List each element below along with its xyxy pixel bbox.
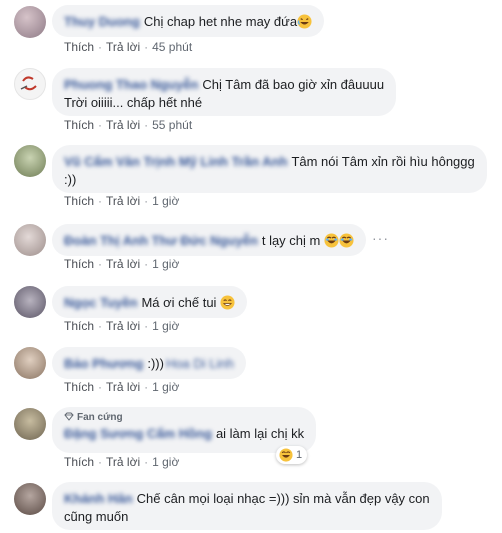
- comment-bubble: Khánh Hân Chế cân mọi loại nhạc =))) sỉn …: [52, 482, 442, 530]
- avatar[interactable]: [14, 68, 46, 100]
- comment-author[interactable]: Bảo Phương: [64, 356, 143, 371]
- reply-link[interactable]: Trả lời: [106, 380, 140, 394]
- comment-actions: Thích · Trả lời · 55 phút: [64, 118, 193, 132]
- avatar[interactable]: [14, 6, 46, 38]
- comment-time[interactable]: 1 giờ: [152, 257, 179, 271]
- comment-author[interactable]: Phuong Thao Nguyễn: [64, 77, 198, 92]
- like-link[interactable]: Thích: [64, 319, 94, 333]
- reaction-number: 1: [296, 449, 303, 461]
- diamond-icon: [64, 412, 74, 421]
- reply-link[interactable]: Trả lời: [106, 455, 140, 469]
- comment-bubble: Đoàn Thị Anh Thư Đức Nguyễn t lạy chị m: [52, 224, 366, 256]
- mention-link[interactable]: Hoa Di Linh: [166, 356, 234, 371]
- avatar[interactable]: [14, 347, 46, 379]
- comment-actions: Thích · Trả lời · 1 giờ: [64, 380, 180, 394]
- comment-text: :)): [64, 172, 77, 187]
- comment-time[interactable]: 55 phút: [152, 118, 192, 132]
- like-link[interactable]: Thích: [64, 118, 94, 132]
- reply-link[interactable]: Trả lời: [106, 40, 140, 54]
- laughing-emoji-icon: [297, 14, 312, 29]
- comment-author[interactable]: Đặng Sương Cẩm Hồng: [64, 426, 212, 441]
- top-fan-badge: Fan cứng: [64, 412, 304, 424]
- top-fan-label: Fan cứng: [77, 412, 123, 423]
- comment-author[interactable]: Đoàn Thị Anh Thư Đức Nguyễn: [64, 233, 258, 248]
- comment-text: Chị Tâm đã bao giờ xỉn đâuuuu: [202, 77, 385, 92]
- comment-author[interactable]: Vũ Cẩm Vân Trịnh Mỹ Linh Trần Anh: [64, 154, 287, 169]
- comment-text: Tâm nói Tâm xỉn rồi hìu hônggg: [291, 154, 475, 169]
- laughing-emoji-icon: [324, 233, 339, 248]
- comment-bubble: Thuy Duong Chị chap het nhe may đứa: [52, 5, 325, 37]
- comment-time[interactable]: 45 phút: [152, 40, 192, 54]
- reply-link[interactable]: Trả lời: [106, 319, 140, 333]
- like-link[interactable]: Thích: [64, 455, 94, 469]
- comment-actions: Thích · Trả lời · 1 giờ: [64, 455, 180, 469]
- comment-bubble: Bảo Phương:))) Hoa Di Linh: [52, 347, 246, 379]
- comment-author[interactable]: Khánh Hân: [64, 491, 133, 506]
- avatar[interactable]: [14, 408, 46, 440]
- avatar[interactable]: [14, 286, 46, 318]
- comment-time[interactable]: 1 giờ: [152, 380, 179, 394]
- comment-text: Chế cân mọi loại nhạc =))) sỉn mà vẫn đẹ…: [136, 491, 430, 506]
- comment-text: Trời oiiiii... chấp hết nhé: [64, 95, 203, 110]
- comment-bubble: Fan cứng Đặng Sương Cẩm Hồng ai làm lại c…: [52, 407, 317, 453]
- like-link[interactable]: Thích: [64, 40, 94, 54]
- avatar[interactable]: [14, 483, 46, 515]
- like-link[interactable]: Thích: [64, 257, 94, 271]
- comment-text: cũng muốn: [64, 509, 129, 524]
- grinning-emoji-icon: [220, 295, 235, 310]
- comment-time[interactable]: 1 giờ: [152, 455, 179, 469]
- comment-actions: Thích · Trả lời · 1 giờ: [64, 194, 180, 208]
- like-link[interactable]: Thích: [64, 380, 94, 394]
- comment-time[interactable]: 1 giờ: [152, 319, 179, 333]
- reply-link[interactable]: Trả lời: [106, 118, 140, 132]
- comment-bubble: Vũ Cẩm Vân Trịnh Mỹ Linh Trần Anh Tâm nói…: [52, 145, 487, 193]
- comment-author[interactable]: Thuy Duong: [64, 14, 140, 29]
- comment-actions: Thích · Trả lời · 45 phút: [64, 40, 193, 54]
- comment-actions: Thích · Trả lời · 1 giờ: [64, 319, 180, 333]
- comment-text: :))): [147, 356, 164, 371]
- more-options-icon[interactable]: ···: [372, 230, 389, 246]
- comment-bubble: Phuong Thao Nguyễn Chị Tâm đã bao giờ xỉn…: [52, 68, 397, 116]
- avatar[interactable]: [14, 145, 46, 177]
- reply-link[interactable]: Trả lời: [106, 257, 140, 271]
- comment-text: Má ơi chế tui: [141, 295, 217, 310]
- like-link[interactable]: Thích: [64, 194, 94, 208]
- reaction-count[interactable]: 1: [276, 446, 308, 464]
- comment-text: t lạy chị m: [261, 233, 321, 248]
- comment-text: ai làm lại chị kk: [215, 426, 305, 441]
- reply-link[interactable]: Trả lời: [106, 194, 140, 208]
- laughing-emoji-icon: [279, 448, 293, 462]
- avatar[interactable]: [14, 224, 46, 256]
- comment-bubble: Ngọc Tuyền Má ơi chế tui: [52, 286, 248, 318]
- comment-time[interactable]: 1 giờ: [152, 194, 179, 208]
- comment-actions: Thích · Trả lời · 1 giờ: [64, 257, 180, 271]
- comment-text: Chị chap het nhe may đứa: [143, 14, 298, 29]
- comment-author[interactable]: Ngọc Tuyền: [64, 295, 137, 310]
- laughing-emoji-icon: [339, 233, 354, 248]
